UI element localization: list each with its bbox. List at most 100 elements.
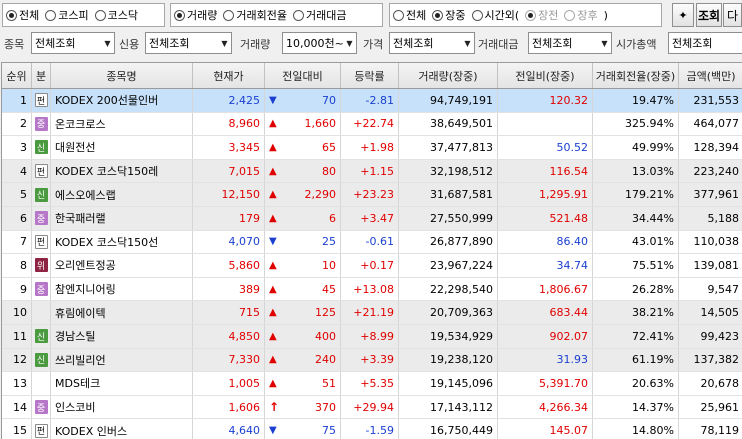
- header-amount[interactable]: 금액(백만): [679, 63, 742, 88]
- category-label: 종목: [4, 38, 25, 51]
- session-option-1[interactable]: 장중: [432, 7, 466, 23]
- mcap-select[interactable]: 전체조회: [668, 32, 742, 54]
- price-select[interactable]: 전체조회 ▼: [389, 32, 475, 54]
- sort-option-2[interactable]: 거래대금: [292, 7, 346, 23]
- down-triangle-icon: ▼: [269, 236, 277, 248]
- table-row[interactable]: 5 신 에스오에스랩 12,150 ▲ 2,290 +23.23 31,687,581 1,29…: [2, 183, 742, 207]
- mcap-label: 시가총액: [616, 38, 657, 51]
- stock-name-cell[interactable]: 오리엔트정공: [51, 254, 193, 277]
- stock-name-cell[interactable]: 대원전선: [51, 136, 193, 159]
- table-body: 1 펀 KODEX 200선물인버 2,425 ▼ 70 -2.81 94,749,191 12…: [2, 89, 742, 439]
- header-rank[interactable]: 순위: [2, 63, 32, 88]
- header-division[interactable]: 분: [32, 63, 51, 88]
- stock-name-cell[interactable]: 경남스틸: [51, 324, 193, 348]
- header-turnover[interactable]: 거래회전율(장중): [593, 63, 679, 88]
- stock-name-cell[interactable]: 참엔지니어링: [51, 277, 193, 301]
- table-row[interactable]: 8 위 오리엔트정공 5,860 ▲ 10 +0.17 23,967,224 34.74 75.5…: [2, 254, 742, 278]
- table-row[interactable]: 7 펀 KODEX 코스닥150선 4,070 ▼ 25 -0.61 26,877,890 86…: [2, 230, 742, 255]
- change-value: 370: [315, 400, 336, 414]
- header-rate[interactable]: 등락률: [341, 63, 399, 88]
- turnover-cell: 26.28%: [593, 277, 679, 301]
- division-cell: 중: [32, 206, 51, 230]
- amount-cell: 139,081: [693, 258, 740, 272]
- price-cell: 12,150: [193, 183, 265, 206]
- header-change[interactable]: 전일대비: [265, 63, 341, 88]
- volume-select[interactable]: 10,000천~1 ▼: [282, 32, 357, 54]
- volume-cell: 16,750,449: [399, 419, 498, 439]
- table-row[interactable]: 4 펀 KODEX 코스닥150레 7,015 ▲ 80 +1.15 32,198,512 11…: [2, 159, 742, 184]
- table-row[interactable]: 6 중 한국패러랠 179 ▲ 6 +3.47 27,550,999 521.48 34.44% 5…: [2, 206, 742, 231]
- rate-cell: +21.19: [341, 301, 399, 324]
- turnover-cell: 325.94%: [593, 112, 679, 136]
- division-cell: 펀: [32, 89, 51, 112]
- rate-cell: +5.35: [341, 372, 399, 395]
- sort-option-0[interactable]: 거래량: [174, 7, 217, 23]
- market-option-1[interactable]: 코스피: [45, 7, 89, 23]
- rank-cell: 1: [2, 89, 32, 112]
- table-row[interactable]: 13 MDS테크 1,005 ▲ 51 +5.35 19,145,096 5,391.70 20…: [2, 372, 742, 396]
- change-value: 75: [322, 424, 336, 438]
- volume-cell: 31,687,581: [399, 183, 498, 206]
- market-option-2[interactable]: 코스닥: [94, 7, 138, 23]
- turnover-cell: 43.01%: [593, 230, 679, 254]
- session-option-0[interactable]: 전체: [393, 7, 426, 23]
- pin-button[interactable]: ✦: [672, 3, 694, 27]
- stock-name-cell[interactable]: 인스코비: [51, 395, 193, 419]
- division-cell: [32, 372, 51, 395]
- division-badge: 중: [34, 400, 48, 415]
- market-radio-group: 전체 코스피 코스닥: [2, 3, 165, 27]
- category-select[interactable]: 전체조회 ▼: [31, 32, 115, 54]
- table-row[interactable]: 2 중 온코크로스 8,960 ▲ 1,660 +22.74 38,649,501 325.94…: [2, 112, 742, 137]
- up-triangle-icon: ▲: [269, 259, 277, 271]
- table-row[interactable]: 15 펀 KODEX 인버스 4,640 ▼ 75 -1.59 16,750,449 145.0…: [2, 419, 742, 439]
- table-row[interactable]: 10 휴림에이텍 715 ▲ 125 +21.19 20,709,363 683.44 38.2…: [2, 301, 742, 325]
- rate-cell: -0.61: [341, 230, 399, 254]
- price-cell: 4,070: [193, 230, 265, 254]
- stock-name-cell[interactable]: 에스오에스랩: [51, 183, 193, 206]
- stock-name-cell[interactable]: KODEX 인버스: [51, 419, 193, 439]
- up-triangle-icon: ▲: [269, 307, 277, 319]
- rank-cell: 9: [2, 277, 32, 301]
- next-button[interactable]: 다: [723, 3, 742, 27]
- session-option-3: 장전: [525, 7, 558, 23]
- up-triangle-icon: ▲: [269, 165, 277, 177]
- volume-cell: 26,877,890: [399, 230, 498, 254]
- stock-name-cell[interactable]: KODEX 200선물인버: [51, 89, 193, 112]
- radio-button-icon: [94, 9, 106, 21]
- sort-option-1[interactable]: 거래회전율: [223, 7, 287, 23]
- division-badge: 신: [34, 352, 48, 367]
- header-vol-ratio[interactable]: 전일비(장중): [498, 63, 593, 88]
- table-row[interactable]: 1 펀 KODEX 200선물인버 2,425 ▼ 70 -2.81 94,749,191 12…: [2, 89, 742, 113]
- up-triangle-icon: ▲: [269, 377, 277, 389]
- price-cell: 4,640: [193, 419, 265, 439]
- down-triangle-icon: ▼: [269, 425, 277, 437]
- header-name[interactable]: 종목명: [51, 63, 193, 88]
- amount-cell: 25,961: [700, 400, 740, 414]
- table-row[interactable]: 14 중 인스코비 1,606 ↑ 370 +29.94 17,143,112 4,266.34…: [2, 395, 742, 420]
- session-option-2[interactable]: 시간외(: [471, 7, 519, 23]
- table-row[interactable]: 11 신 경남스틸 4,850 ▲ 400 +8.99 19,534,929 902.07 72.…: [2, 324, 742, 349]
- header-volume[interactable]: 거래량(장중): [399, 63, 498, 88]
- header-price[interactable]: 현재가: [193, 63, 265, 88]
- table-row[interactable]: 3 신 대원전선 3,345 ▲ 65 +1.98 37,477,813 50.52 49.99%…: [2, 136, 742, 160]
- stock-name-cell[interactable]: KODEX 코스닥150선: [51, 230, 193, 254]
- amount-cell: 9,547: [707, 282, 740, 296]
- stock-name-cell[interactable]: 휴림에이텍: [51, 301, 193, 324]
- credit-select[interactable]: 전체조회 ▼: [145, 32, 232, 54]
- amount-cell: 20,678: [700, 376, 740, 390]
- division-cell: 펀: [32, 159, 51, 183]
- table-row[interactable]: 9 중 참엔지니어링 389 ▲ 45 +13.08 22,298,540 1,806.67 26…: [2, 277, 742, 302]
- stock-name-cell[interactable]: 쓰리빌리언: [51, 348, 193, 372]
- session-option-label: 전체: [406, 9, 427, 22]
- stock-name-cell[interactable]: 온코크로스: [51, 112, 193, 136]
- stock-name-cell[interactable]: 한국패러랠: [51, 206, 193, 230]
- up-triangle-icon: ▲: [269, 354, 277, 366]
- amount-cell: 137,382: [693, 353, 740, 367]
- stock-name-cell[interactable]: KODEX 코스닥150레: [51, 159, 193, 183]
- amount-select[interactable]: 전체조회 ▼: [528, 32, 612, 54]
- market-option-0[interactable]: 전체: [6, 7, 39, 23]
- stock-name-cell[interactable]: MDS테크: [51, 372, 193, 395]
- change-value: 1,660: [304, 117, 337, 131]
- query-button[interactable]: 조회: [696, 3, 722, 27]
- table-row[interactable]: 12 신 쓰리빌리언 7,330 ▲ 240 +3.39 19,238,120 31.93 61.…: [2, 348, 742, 373]
